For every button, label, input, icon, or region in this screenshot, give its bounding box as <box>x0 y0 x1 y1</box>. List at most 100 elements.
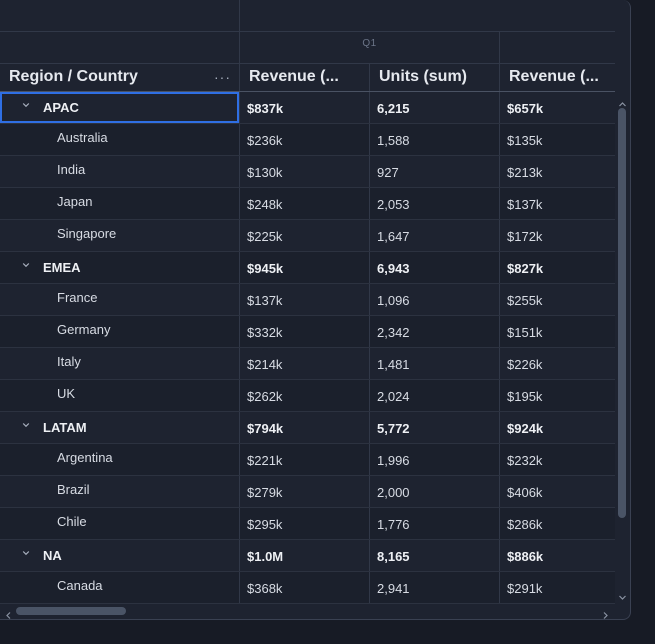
ellipsis-menu-icon[interactable]: ··· <box>214 70 231 84</box>
table-row[interactable]: Argentina $221k 1,996 $232k <box>0 444 615 476</box>
column-header-units[interactable]: Units (sum) <box>379 64 495 91</box>
column-header-region[interactable]: Region / Country <box>9 64 209 91</box>
units-cell[interactable]: 2,941 <box>377 572 410 603</box>
table-row[interactable]: India $130k 927 $213k <box>0 156 615 188</box>
revenue-next-cell[interactable]: $406k <box>507 476 542 507</box>
scroll-down-icon[interactable] <box>618 589 627 600</box>
region-cell[interactable]: Japan <box>0 188 239 219</box>
revenue-next-cell[interactable]: $135k <box>507 124 542 155</box>
revenue-next-cell[interactable]: $137k <box>507 188 542 219</box>
region-cell[interactable]: Brazil <box>0 476 239 507</box>
region-cell[interactable]: Chile <box>0 508 239 539</box>
region-cell[interactable]: LATAM <box>0 412 239 443</box>
revenue-cell[interactable]: $295k <box>247 508 282 539</box>
region-cell[interactable]: APAC <box>0 92 239 123</box>
revenue-next-cell[interactable]: $886k <box>507 540 543 571</box>
units-cell[interactable]: 2,024 <box>377 380 410 411</box>
region-cell[interactable]: Argentina <box>0 444 239 475</box>
chevron-down-icon[interactable] <box>22 421 30 429</box>
units-cell[interactable]: 1,776 <box>377 508 410 539</box>
region-cell[interactable]: Canada <box>0 572 239 603</box>
units-cell[interactable]: 1,481 <box>377 348 410 379</box>
region-cell[interactable]: EMEA <box>0 252 239 283</box>
units-cell[interactable]: 2,053 <box>377 188 410 219</box>
vertical-scrollbar[interactable] <box>615 92 630 604</box>
revenue-cell[interactable]: $1.0M <box>247 540 283 571</box>
revenue-cell[interactable]: $945k <box>247 252 283 283</box>
units-cell[interactable]: 8,165 <box>377 540 410 571</box>
units-cell[interactable]: 2,000 <box>377 476 410 507</box>
horizontal-scrollbar[interactable] <box>0 604 615 619</box>
revenue-next-cell[interactable]: $226k <box>507 348 542 379</box>
units-cell[interactable]: 1,996 <box>377 444 410 475</box>
country-name: Italy <box>57 354 81 369</box>
revenue-next-cell[interactable]: $291k <box>507 572 542 603</box>
region-cell[interactable]: India <box>0 156 239 187</box>
revenue-cell[interactable]: $279k <box>247 476 282 507</box>
region-cell[interactable]: Germany <box>0 316 239 347</box>
units-cell[interactable]: 927 <box>377 156 399 187</box>
table-row[interactable]: Germany $332k 2,342 $151k <box>0 316 615 348</box>
units-cell[interactable]: 6,215 <box>377 92 410 123</box>
chevron-down-icon[interactable] <box>22 549 30 557</box>
revenue-cell[interactable]: $837k <box>247 92 283 123</box>
revenue-next-cell[interactable]: $657k <box>507 92 543 123</box>
units-cell[interactable]: 5,772 <box>377 412 410 443</box>
revenue-next-cell[interactable]: $172k <box>507 220 542 251</box>
revenue-next-cell[interactable]: $195k <box>507 380 542 411</box>
scroll-left-icon[interactable] <box>4 607 13 619</box>
revenue-cell[interactable]: $137k <box>247 284 282 315</box>
units-cell[interactable]: 1,647 <box>377 220 410 251</box>
chevron-down-icon[interactable] <box>22 261 30 269</box>
country-name: France <box>57 290 98 305</box>
revenue-cell[interactable]: $236k <box>247 124 282 155</box>
region-cell[interactable]: Singapore <box>0 220 239 251</box>
revenue-next-cell[interactable]: $924k <box>507 412 543 443</box>
table-row[interactable]: Japan $248k 2,053 $137k <box>0 188 615 220</box>
region-cell[interactable]: France <box>0 284 239 315</box>
column-header-revenue[interactable]: Revenue (... <box>249 64 365 91</box>
group-row[interactable]: NA $1.0M 8,165 $886k <box>0 540 615 572</box>
revenue-cell[interactable]: $794k <box>247 412 283 443</box>
table-row[interactable]: Chile $295k 1,776 $286k <box>0 508 615 540</box>
revenue-cell[interactable]: $248k <box>247 188 282 219</box>
group-row[interactable]: LATAM $794k 5,772 $924k <box>0 412 615 444</box>
revenue-next-cell[interactable]: $255k <box>507 284 542 315</box>
column-group-q1[interactable]: Q1 <box>240 32 499 63</box>
vertical-scroll-thumb[interactable] <box>618 108 626 518</box>
region-cell[interactable]: UK <box>0 380 239 411</box>
table-row[interactable]: Brazil $279k 2,000 $406k <box>0 476 615 508</box>
units-cell[interactable]: 2,342 <box>377 316 410 347</box>
units-cell[interactable]: 1,588 <box>377 124 410 155</box>
column-header-revenue-next[interactable]: Revenue (... <box>509 64 615 91</box>
revenue-next-cell[interactable]: $232k <box>507 444 542 475</box>
region-cell[interactable]: Italy <box>0 348 239 379</box>
horizontal-scroll-thumb[interactable] <box>16 607 126 615</box>
revenue-cell[interactable]: $130k <box>247 156 282 187</box>
revenue-cell[interactable]: $332k <box>247 316 282 347</box>
revenue-cell[interactable]: $214k <box>247 348 282 379</box>
region-cell[interactable]: Australia <box>0 124 239 155</box>
table-row[interactable]: UK $262k 2,024 $195k <box>0 380 615 412</box>
revenue-cell[interactable]: $225k <box>247 220 282 251</box>
revenue-next-cell[interactable]: $827k <box>507 252 543 283</box>
scroll-up-icon[interactable] <box>618 96 627 107</box>
revenue-cell[interactable]: $221k <box>247 444 282 475</box>
table-row[interactable]: Canada $368k 2,941 $291k <box>0 572 615 604</box>
table-row[interactable]: France $137k 1,096 $255k <box>0 284 615 316</box>
revenue-next-cell[interactable]: $286k <box>507 508 542 539</box>
grid-body: APAC $837k 6,215 $657k Australia $236k 1,588 $1… <box>0 92 615 604</box>
revenue-cell[interactable]: $262k <box>247 380 282 411</box>
group-row[interactable]: EMEA $945k 6,943 $827k <box>0 252 615 284</box>
table-row[interactable]: Italy $214k 1,481 $226k <box>0 348 615 380</box>
units-cell[interactable]: 1,096 <box>377 284 410 315</box>
region-cell[interactable]: NA <box>0 540 239 571</box>
units-cell[interactable]: 6,943 <box>377 252 410 283</box>
revenue-next-cell[interactable]: $151k <box>507 316 542 347</box>
table-row[interactable]: Australia $236k 1,588 $135k <box>0 124 615 156</box>
scroll-right-icon[interactable] <box>601 607 610 619</box>
revenue-next-cell[interactable]: $213k <box>507 156 542 187</box>
revenue-cell[interactable]: $368k <box>247 572 282 603</box>
table-row[interactable]: Singapore $225k 1,647 $172k <box>0 220 615 252</box>
group-row[interactable]: APAC $837k 6,215 $657k <box>0 92 615 124</box>
